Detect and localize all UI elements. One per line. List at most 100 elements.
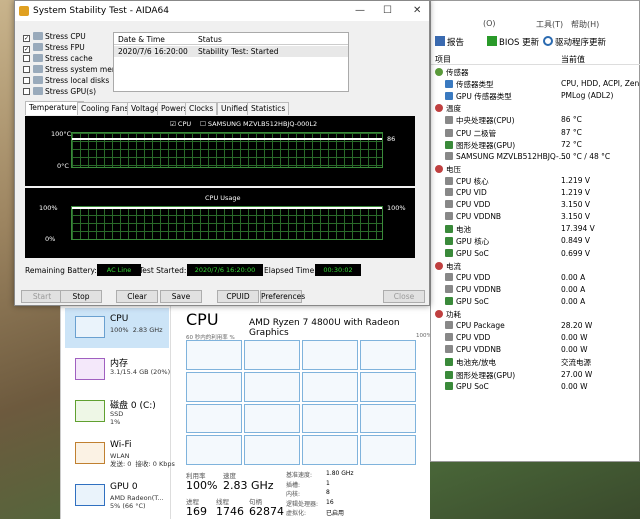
elapsed-label: Elapsed Time:	[264, 266, 317, 275]
temperature-graph: ☑ CPU ☐ SAMSUNG MZVLB512HBJQ-000L2 100°C…	[25, 116, 415, 186]
sensor-value: 1.219 V	[561, 175, 590, 185]
tab-temperatures[interactable]: Temperatures	[25, 101, 85, 115]
tm-item[interactable]: Wi-Fi WLAN 发送: 0 接收: 0 Kbps	[65, 434, 175, 474]
sensor-row[interactable]: 传感器类型 CPU, HDD, ACPI, Zen	[431, 79, 640, 91]
stress-option[interactable]: Stress local disks	[23, 76, 109, 85]
tm-thumbnail	[75, 442, 105, 464]
tm-item[interactable]: 磁盘 0 (C:) SSD 1%	[65, 392, 169, 432]
sensor-row[interactable]: 电池充/放电 交流电源	[431, 357, 640, 369]
sensor-value: 0.00 A	[561, 296, 586, 306]
tab-clocks[interactable]: Clocks	[185, 102, 218, 115]
checkbox[interactable]: ✓	[23, 46, 30, 53]
sensor-group[interactable]: 电流	[431, 261, 640, 273]
sensor-group[interactable]: 温度	[431, 103, 640, 115]
sensor-name: 电流	[435, 261, 461, 272]
sensor-value: 0.699 V	[561, 248, 590, 258]
sensor-group[interactable]: 传感器	[431, 67, 640, 79]
sensor-icon	[445, 381, 453, 390]
sensor-value: 0.00 W	[561, 345, 588, 355]
sensor-name: 电池	[445, 224, 471, 235]
stress-option[interactable]: ✓ Stress CPU	[23, 32, 86, 42]
menu-tools[interactable]: 工具(T)	[536, 19, 563, 30]
tm-thumbnail	[75, 358, 105, 380]
sensor-value: 87 °C	[561, 127, 582, 137]
minimize-icon[interactable]: —	[355, 5, 365, 16]
tab-statistics[interactable]: Statistics	[247, 102, 290, 115]
menu-item[interactable]: (O)	[483, 19, 496, 28]
sensor-icon	[445, 80, 453, 89]
sensor-row[interactable]: 电池 17.394 V	[431, 224, 640, 236]
stress-option[interactable]: ✓ Stress FPU	[23, 43, 85, 53]
sensor-row[interactable]: GPU SoC 0.00 W	[431, 381, 640, 394]
sensor-row[interactable]: 图形处理器(GPU) 27.00 W	[431, 370, 640, 382]
maximize-icon[interactable]: ☐	[383, 5, 392, 16]
sensor-window: (O) 工具(T) 帮助(H) 报告 BIOS 更新 驱动程序更新 项目 当前值…	[430, 0, 640, 462]
sensor-value: CPU, HDD, ACPI, Zen	[561, 79, 640, 89]
sensor-name: CPU VDD	[445, 200, 490, 209]
sensor-value: 0.00 A	[561, 284, 586, 294]
sensor-row[interactable]: CPU 二极管 87 °C	[431, 128, 640, 140]
task-manager-sidebar: CPU 100% 2.83 GHz 内存 3.1/15.4 GB (20%) 磁盘 0 …	[61, 300, 175, 519]
stop-button[interactable]: Stop	[60, 290, 102, 303]
start-button[interactable]: Start	[21, 290, 63, 303]
close-button[interactable]: Close	[383, 290, 425, 303]
sensor-icon	[445, 116, 453, 125]
sensor-row[interactable]: CPU Package 28.20 W	[431, 321, 640, 333]
checkbox[interactable]	[23, 77, 30, 84]
tm-item-name: CPU	[110, 314, 129, 324]
checkbox[interactable]	[23, 55, 30, 62]
col-item: 项目	[435, 55, 451, 64]
sensor-row[interactable]: GPU 核心 0.849 V	[431, 236, 640, 248]
sensor-row[interactable]: 中央处理器(CPU) 86 °C	[431, 115, 640, 127]
sensor-group[interactable]: 电压	[431, 164, 640, 176]
checkbox[interactable]	[23, 66, 30, 73]
report-button[interactable]: 报告	[435, 36, 464, 48]
sensor-row[interactable]: CPU 核心 1.219 V	[431, 176, 640, 188]
sensor-name: SAMSUNG MZVLB512HBJQ-...	[445, 151, 566, 161]
sensor-row[interactable]: SAMSUNG MZVLB512HBJQ-... 50 °C / 48 °C	[431, 151, 640, 164]
tab-cooling-fans[interactable]: Cooling Fans	[77, 102, 133, 115]
menu-help[interactable]: 帮助(H)	[571, 19, 599, 30]
aida-title: System Stability Test - AIDA64	[33, 6, 169, 16]
cpuid-button[interactable]: CPUID	[217, 290, 259, 303]
sensor-row[interactable]: CPU VID 1.219 V	[431, 188, 640, 200]
stress-option[interactable]: Stress GPU(s)	[23, 87, 96, 96]
temp-grid	[71, 132, 383, 168]
tm-item[interactable]: 内存 3.1/15.4 GB (20%)	[65, 350, 170, 390]
sensor-group[interactable]: 功耗	[431, 309, 640, 321]
handle-value: 62874	[249, 505, 284, 518]
sensor-row[interactable]: GPU SoC 0.00 A	[431, 296, 640, 309]
sensor-icon	[445, 200, 453, 209]
sensor-row[interactable]: CPU VDD 3.150 V	[431, 200, 640, 212]
sensor-icon	[445, 237, 453, 246]
bios-update-button[interactable]: BIOS 更新	[487, 36, 539, 48]
sensor-row[interactable]: CPU VDDNB 3.150 V	[431, 212, 640, 224]
save-button[interactable]: Save	[160, 290, 202, 303]
sensor-row[interactable]: 图形处理器(GPU) 72 °C	[431, 140, 640, 152]
sensor-icon	[445, 225, 453, 234]
close-icon[interactable]: ✕	[413, 5, 421, 16]
stress-label: Stress GPU(s)	[45, 87, 97, 96]
task-manager-window: CPU 100% 2.83 GHz 内存 3.1/15.4 GB (20%) 磁盘 0 …	[60, 300, 432, 519]
download-icon	[487, 36, 497, 46]
sensor-name: CPU VDDNB	[445, 212, 501, 221]
sensor-icon	[445, 92, 453, 101]
sensor-row[interactable]: GPU 传感器类型 PMLog (ADL2)	[431, 91, 640, 103]
sensor-row[interactable]: CPU VDD 0.00 W	[431, 333, 640, 345]
sensor-name: 中央处理器(CPU)	[445, 115, 515, 126]
preferences-button[interactable]: Preferences	[260, 290, 305, 303]
group-icon	[435, 164, 443, 173]
sensor-row[interactable]: CPU VDDNB 0.00 A	[431, 284, 640, 297]
checkbox[interactable]	[23, 88, 30, 95]
stress-option[interactable]: Stress cache	[23, 54, 93, 63]
clear-button[interactable]: Clear	[116, 290, 158, 303]
sensor-row[interactable]: GPU SoC 0.699 V	[431, 248, 640, 261]
driver-update-button[interactable]: 驱动程序更新	[543, 36, 606, 48]
sensor-row[interactable]: CPU VDD 0.00 A	[431, 272, 640, 285]
aida-logo-icon	[19, 6, 29, 16]
tm-item[interactable]: CPU 100% 2.83 GHz	[65, 308, 169, 348]
status-text: Stability Test: Started	[198, 47, 279, 56]
sensor-row[interactable]: CPU VDDNB 0.00 W	[431, 345, 640, 357]
tm-item[interactable]: GPU 0 AMD Radeon(T... 5% (66 °C)	[65, 476, 169, 516]
checkbox[interactable]: ✓	[23, 35, 30, 42]
